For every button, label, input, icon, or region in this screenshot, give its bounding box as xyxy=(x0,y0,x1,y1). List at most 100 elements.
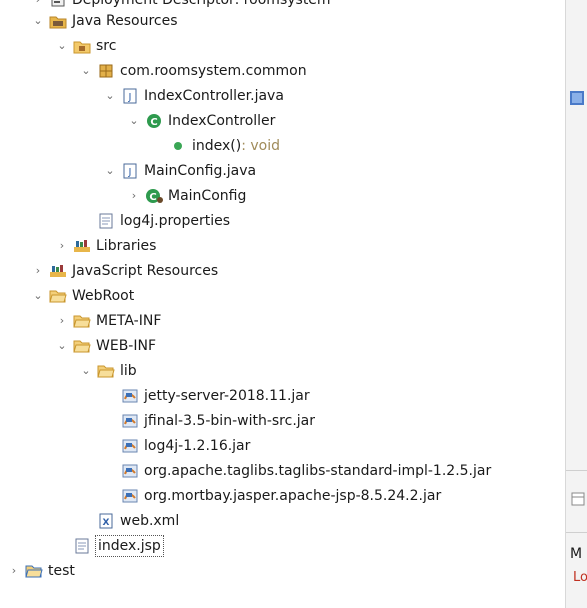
folder-open-icon xyxy=(49,287,67,305)
project-folder-icon xyxy=(25,562,43,580)
chevron-right-icon[interactable]: › xyxy=(31,258,45,283)
tree-item-indexcontroller-file[interactable]: ⌄ J IndexController.java xyxy=(103,83,284,108)
tree-item-label: MainConfig.java xyxy=(144,162,257,179)
jar-file-icon xyxy=(121,487,139,505)
tree-item-indexcontroller-class[interactable]: ⌄ C IndexController xyxy=(127,108,275,133)
tree-item-label: org.mortbay.jasper.apache-jsp-8.5.24.2.j… xyxy=(144,487,442,504)
source-folder-icon xyxy=(73,37,91,55)
tree-item-jar[interactable]: org.mortbay.jasper.apache-jsp-8.5.24.2.j… xyxy=(103,483,441,508)
tree-item-label: index.jsp xyxy=(95,534,164,557)
panel-divider xyxy=(566,532,587,533)
tree-item-label: MainConfig xyxy=(168,187,247,204)
project-explorer-tree: › Deployment Descriptor: roomsystem ⌄ Ja… xyxy=(0,0,565,608)
tree-item-label: IndexController.java xyxy=(144,87,284,104)
tree-item-libraries[interactable]: › Libraries xyxy=(55,233,157,258)
tree-item-jar[interactable]: jetty-server-2018.11.jar xyxy=(103,383,310,408)
libraries-icon xyxy=(73,237,91,255)
package-icon xyxy=(97,62,115,80)
class-icon: C xyxy=(145,112,163,130)
svg-text:J: J xyxy=(128,92,132,103)
jar-file-icon xyxy=(121,387,139,405)
jsp-file-icon xyxy=(73,537,91,555)
tree-item-mainconfig-class[interactable]: › C MainConfig xyxy=(127,183,247,208)
tree-item-jar[interactable]: org.apache.taglibs.taglibs-standard-impl… xyxy=(103,458,491,483)
tree-item-test-project[interactable]: › test xyxy=(7,558,75,583)
tree-item-label: IndexController xyxy=(168,112,276,129)
tree-item-label: jetty-server-2018.11.jar xyxy=(144,387,310,404)
tree-item-lib[interactable]: ⌄ lib xyxy=(79,358,137,383)
chevron-right-icon[interactable]: › xyxy=(55,233,69,258)
svg-text:C: C xyxy=(150,117,157,128)
svg-text:J: J xyxy=(128,167,132,178)
tree-item-label: web.xml xyxy=(120,512,180,529)
class-icon: C xyxy=(145,187,163,205)
tree-item-package[interactable]: ⌄ com.roomsystem.common xyxy=(79,58,307,83)
tree-item-webroot[interactable]: ⌄ WebRoot xyxy=(31,283,134,308)
javascript-resources-icon xyxy=(49,262,67,280)
tree-item-index-jsp[interactable]: index.jsp xyxy=(55,533,164,558)
tree-item-label: org.apache.taglibs.taglibs-standard-impl… xyxy=(144,462,492,479)
chevron-down-icon[interactable]: ⌄ xyxy=(103,83,117,108)
tree-item-label: jfinal-3.5-bin-with-src.jar xyxy=(144,412,315,429)
tree-item-java-resources[interactable]: ⌄ Java Resources xyxy=(31,8,178,33)
tree-item-label: com.roomsystem.common xyxy=(120,62,307,79)
svg-text:X: X xyxy=(103,518,110,528)
tree-item-index-method[interactable]: index() : void xyxy=(151,133,280,158)
tree-item-label: JavaScript Resources xyxy=(72,262,219,279)
overview-marker-icon[interactable] xyxy=(570,91,584,105)
java-file-icon: J xyxy=(121,162,139,180)
view-tab-icon[interactable] xyxy=(571,492,585,506)
panel-divider xyxy=(566,470,587,471)
tree-item-jar[interactable]: log4j-1.2.16.jar xyxy=(103,433,250,458)
chevron-right-icon[interactable]: › xyxy=(55,308,69,333)
chevron-right-icon[interactable]: › xyxy=(7,558,21,583)
chevron-down-icon[interactable]: ⌄ xyxy=(55,33,69,58)
tree-item-label: lib xyxy=(120,362,137,379)
side-panel-error-text: Lo xyxy=(573,570,587,585)
properties-file-icon xyxy=(97,212,115,230)
tree-item-label: index() xyxy=(192,137,242,154)
xml-file-icon: X xyxy=(97,512,115,530)
tree-item-mainconfig-file[interactable]: ⌄ J MainConfig.java xyxy=(103,158,256,183)
tree-item-jar[interactable]: jfinal-3.5-bin-with-src.jar xyxy=(103,408,315,433)
chevron-down-icon[interactable]: ⌄ xyxy=(127,108,141,133)
chevron-down-icon[interactable]: ⌄ xyxy=(31,283,45,308)
tree-item-label: Java Resources xyxy=(72,12,178,29)
tree-item-label: log4j-1.2.16.jar xyxy=(144,437,251,454)
folder-open-icon xyxy=(73,337,91,355)
tree-item-meta-inf[interactable]: › META-INF xyxy=(55,308,162,333)
java-file-icon: J xyxy=(121,87,139,105)
chevron-right-icon[interactable]: › xyxy=(127,183,141,208)
jar-file-icon xyxy=(121,462,139,480)
jar-file-icon xyxy=(121,437,139,455)
chevron-down-icon[interactable]: ⌄ xyxy=(79,58,93,83)
chevron-down-icon[interactable]: ⌄ xyxy=(103,158,117,183)
jar-file-icon xyxy=(121,412,139,430)
tree-item-web-inf[interactable]: ⌄ WEB-INF xyxy=(55,333,156,358)
tree-item-label: Libraries xyxy=(96,237,157,254)
chevron-down-icon[interactable]: ⌄ xyxy=(79,358,93,383)
tree-item-src[interactable]: ⌄ src xyxy=(55,33,116,58)
tree-item-label: src xyxy=(96,37,117,54)
tree-item-label: WebRoot xyxy=(72,287,135,304)
svg-text:C: C xyxy=(149,192,156,203)
tree-item-label: log4j.properties xyxy=(120,212,231,229)
folder-open-icon xyxy=(97,362,115,380)
side-panel-text: M xyxy=(570,546,583,562)
tree-item-log4j-properties[interactable]: log4j.properties xyxy=(79,208,230,233)
tree-item-web-xml[interactable]: X web.xml xyxy=(79,508,179,533)
tree-item-label: META-INF xyxy=(96,312,162,329)
chevron-down-icon[interactable]: ⌄ xyxy=(31,8,45,33)
tree-item-javascript-resources[interactable]: › JavaScript Resources xyxy=(31,258,218,283)
public-method-icon xyxy=(169,137,187,155)
chevron-down-icon[interactable]: ⌄ xyxy=(55,333,69,358)
java-resources-icon xyxy=(49,12,67,30)
